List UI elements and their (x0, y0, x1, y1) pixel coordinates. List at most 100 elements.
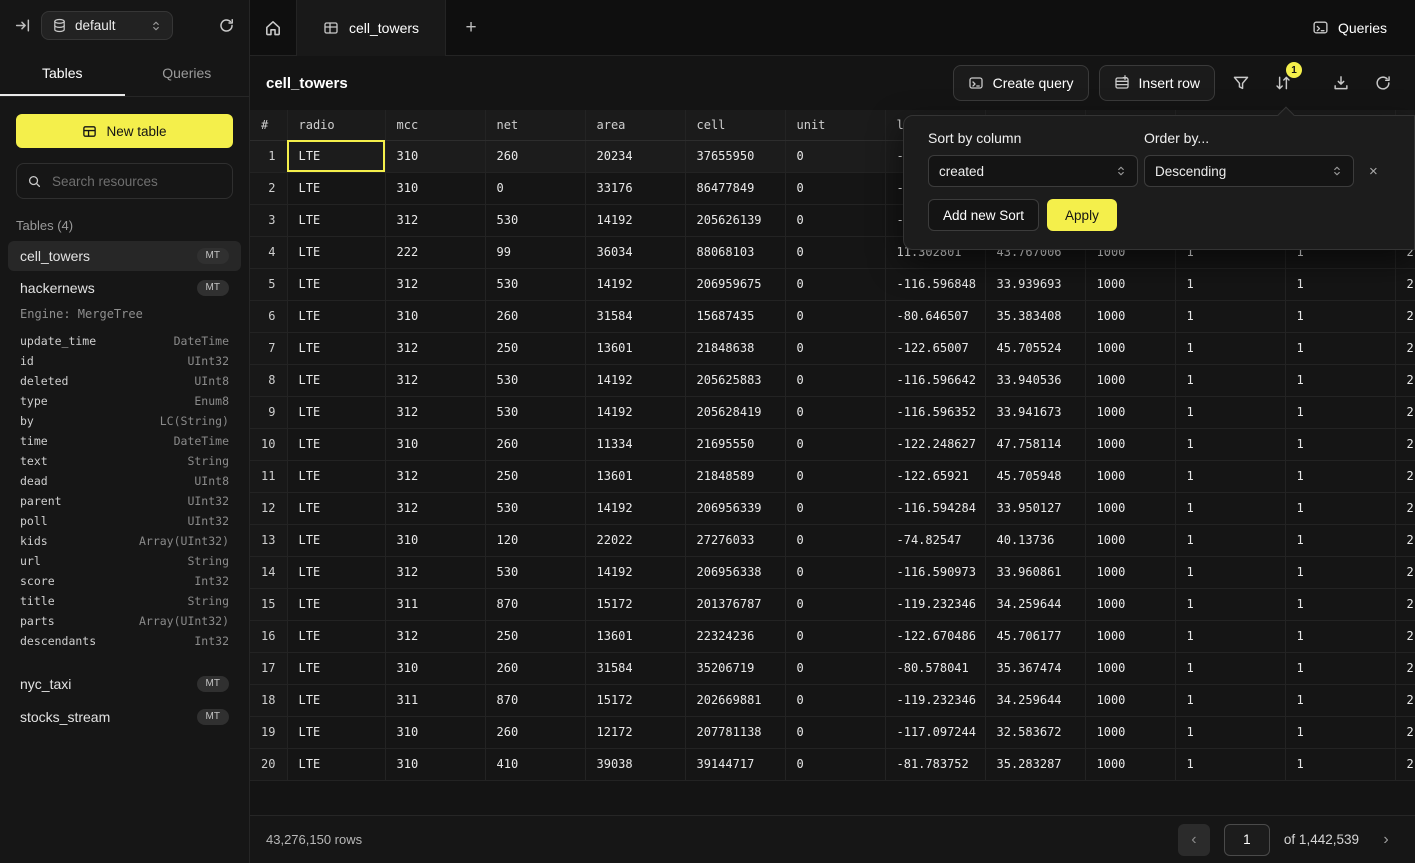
cell[interactable]: LTE (287, 460, 385, 492)
cell[interactable]: 530 (485, 492, 585, 524)
cell[interactable]: 1 (1285, 524, 1395, 556)
cell[interactable]: 1000 (1085, 396, 1175, 428)
cell[interactable]: 14192 (585, 268, 685, 300)
cell[interactable]: 311 (385, 588, 485, 620)
cell[interactable]: 2 (1395, 428, 1415, 460)
cell[interactable]: 0 (785, 748, 885, 780)
cell[interactable]: 45.705524 (985, 332, 1085, 364)
cell[interactable]: 33.950127 (985, 492, 1085, 524)
cell[interactable]: 2 (1395, 524, 1415, 556)
cell[interactable]: 410 (485, 748, 585, 780)
cell[interactable]: -119.232346 (885, 684, 985, 716)
cell[interactable]: 1 (1175, 396, 1285, 428)
collapse-sidebar-icon[interactable] (14, 17, 31, 34)
cell[interactable]: 0 (785, 140, 885, 172)
cell[interactable]: -119.232346 (885, 588, 985, 620)
cell[interactable]: 31584 (585, 652, 685, 684)
cell[interactable]: 0 (785, 524, 885, 556)
cell[interactable]: 15172 (585, 588, 685, 620)
order-direction-select[interactable]: Descending (1144, 155, 1354, 187)
column-header-rownum[interactable]: # (250, 110, 287, 140)
cell[interactable]: -117.097244 (885, 716, 985, 748)
cell[interactable]: 222 (385, 236, 485, 268)
cell[interactable]: 1 (1175, 588, 1285, 620)
cell[interactable]: -74.82547 (885, 524, 985, 556)
cell[interactable]: -116.596848 (885, 268, 985, 300)
cell[interactable]: 35.367474 (985, 652, 1085, 684)
row-number[interactable]: 10 (250, 428, 287, 460)
cell[interactable]: 1 (1175, 460, 1285, 492)
cell[interactable]: 2 (1395, 652, 1415, 684)
cell[interactable]: 45.705948 (985, 460, 1085, 492)
cell[interactable]: 39144717 (685, 748, 785, 780)
cell[interactable]: 0 (785, 364, 885, 396)
cell[interactable]: 530 (485, 204, 585, 236)
cell[interactable]: 0 (785, 588, 885, 620)
cell[interactable]: 0 (785, 396, 885, 428)
cell[interactable]: LTE (287, 556, 385, 588)
cell[interactable]: 312 (385, 492, 485, 524)
cell[interactable]: 12172 (585, 716, 685, 748)
cell[interactable]: 1 (1285, 460, 1395, 492)
cell[interactable]: 0 (785, 268, 885, 300)
cell[interactable]: LTE (287, 492, 385, 524)
cell[interactable]: 39038 (585, 748, 685, 780)
cell[interactable]: -122.65921 (885, 460, 985, 492)
cell[interactable]: -122.65007 (885, 332, 985, 364)
cell[interactable]: 1 (1175, 268, 1285, 300)
tab-cell_towers[interactable]: cell_towers (296, 0, 446, 56)
cell[interactable]: LTE (287, 204, 385, 236)
row-number[interactable]: 9 (250, 396, 287, 428)
row-number[interactable]: 1 (250, 140, 287, 172)
cell[interactable]: 11334 (585, 428, 685, 460)
cell[interactable]: 205625883 (685, 364, 785, 396)
cell[interactable]: 1 (1285, 492, 1395, 524)
cell[interactable]: 1 (1285, 556, 1395, 588)
cell[interactable]: 1 (1285, 364, 1395, 396)
home-button[interactable] (250, 0, 296, 56)
cell[interactable]: -80.646507 (885, 300, 985, 332)
new-table-button[interactable]: New table (16, 114, 233, 148)
cell[interactable]: 250 (485, 460, 585, 492)
cell[interactable]: -81.783752 (885, 748, 985, 780)
filter-button[interactable] (1225, 67, 1257, 99)
cell[interactable]: 1 (1285, 620, 1395, 652)
column-header-net[interactable]: net (485, 110, 585, 140)
cell[interactable]: 250 (485, 332, 585, 364)
cell[interactable]: 2 (1395, 588, 1415, 620)
add-new-sort-button[interactable]: Add new Sort (928, 199, 1039, 231)
cell[interactable]: -116.594284 (885, 492, 985, 524)
cell[interactable]: LTE (287, 332, 385, 364)
cell[interactable]: 1000 (1085, 300, 1175, 332)
cell[interactable]: 0 (785, 460, 885, 492)
cell[interactable]: 33.940536 (985, 364, 1085, 396)
cell[interactable]: 2 (1395, 684, 1415, 716)
cell[interactable]: 1000 (1085, 364, 1175, 396)
cell[interactable]: 0 (785, 172, 885, 204)
row-number[interactable]: 20 (250, 748, 287, 780)
cell[interactable]: 206956339 (685, 492, 785, 524)
cell[interactable]: 14192 (585, 396, 685, 428)
cell[interactable]: 201376787 (685, 588, 785, 620)
cell[interactable]: -80.578041 (885, 652, 985, 684)
sort-column-select[interactable]: created (928, 155, 1138, 187)
cell[interactable]: 1 (1285, 716, 1395, 748)
cell[interactable]: 0 (785, 492, 885, 524)
cell[interactable]: 33.941673 (985, 396, 1085, 428)
cell[interactable]: 1 (1285, 268, 1395, 300)
sidebar-refresh-icon[interactable] (218, 17, 235, 34)
cell[interactable]: 120 (485, 524, 585, 556)
row-number[interactable]: 11 (250, 460, 287, 492)
cell[interactable]: 34.259644 (985, 588, 1085, 620)
cell[interactable]: 99 (485, 236, 585, 268)
row-number[interactable]: 17 (250, 652, 287, 684)
cell[interactable]: 0 (785, 716, 885, 748)
cell[interactable]: 310 (385, 140, 485, 172)
cell[interactable]: 22022 (585, 524, 685, 556)
previous-page-button[interactable]: ‹ (1178, 824, 1210, 856)
cell[interactable]: LTE (287, 588, 385, 620)
cell[interactable]: LTE (287, 300, 385, 332)
cell[interactable]: 205626139 (685, 204, 785, 236)
row-number[interactable]: 7 (250, 332, 287, 364)
cell[interactable]: 35206719 (685, 652, 785, 684)
